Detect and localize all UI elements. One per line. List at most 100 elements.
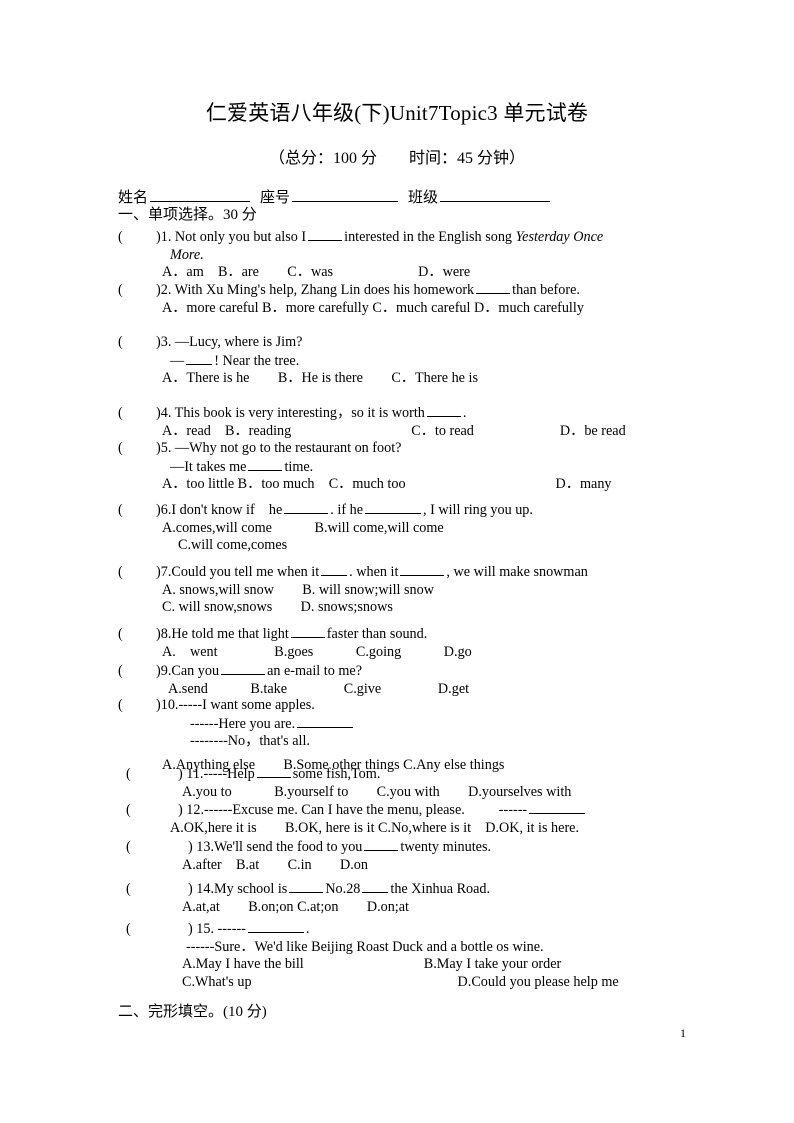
question-3-blank[interactable] — [186, 352, 213, 365]
question-6-blank-2[interactable] — [365, 501, 421, 514]
question-11: () 11.-----Help some fish,Tom. A.you to B… — [126, 765, 726, 801]
question-12-options[interactable]: A.OK,here it is B.OK, here is it C.No,wh… — [126, 820, 726, 838]
question-12-stem-post: ------ — [498, 802, 528, 818]
question-5-stem-pre: )5. —Why not go to the restaurant on foo… — [156, 440, 402, 456]
question-5-options-d[interactable]: D．many — [556, 476, 612, 492]
answer-bracket[interactable]: ( — [118, 334, 156, 352]
question-7-options-ab[interactable]: A. snows,will snow B. will snow;will sno… — [118, 582, 718, 600]
question-15-options-d[interactable]: D.Could you please help me — [458, 974, 619, 990]
question-6-stem-pre: )6.I don't know if he — [156, 502, 283, 518]
answer-bracket[interactable]: ( — [118, 564, 156, 582]
question-1-stem-pre: )1. Not only you but also I — [156, 229, 307, 245]
question-4: ()4. This book is very interesting，so it… — [118, 404, 718, 440]
question-9-stem-post: an e-mail to me? — [267, 663, 362, 679]
question-15-blank[interactable] — [247, 920, 304, 933]
question-10-cont-pre: ------Here you are. — [190, 715, 296, 732]
seat-input-rule[interactable] — [292, 187, 399, 202]
question-5-blank[interactable] — [248, 458, 283, 471]
name-input-rule[interactable] — [150, 187, 251, 202]
answer-bracket[interactable]: ( — [118, 440, 156, 458]
question-2-stem-pre: )2. With Xu Ming's help, Zhang Lin does … — [156, 282, 475, 298]
question-3: ()3. —Lucy, where is Jim? — ! Near the tr… — [118, 334, 718, 388]
question-2-options[interactable]: A．more careful B．more carefully C．much c… — [118, 300, 718, 318]
class-input-rule[interactable] — [440, 187, 551, 202]
question-1-blank[interactable] — [308, 228, 343, 241]
answer-bracket[interactable]: ( — [118, 663, 156, 681]
class-label: 班级 — [408, 190, 439, 206]
question-4-blank[interactable] — [426, 404, 461, 417]
question-6: ()6.I don't know if he . if he , I will ri… — [118, 501, 718, 555]
question-11-stem-post: some fish,Tom. — [292, 766, 381, 782]
question-2-stem-post: than before. — [512, 282, 580, 298]
question-14-stem-post: the Xinhua Road. — [390, 881, 491, 897]
question-4-stem-pre: )4. This book is very interesting，so it … — [156, 405, 425, 421]
question-9-options[interactable]: A.send B.take C.give D.get — [118, 681, 718, 699]
question-8-stem-pre: )8.He told me that light — [156, 626, 289, 642]
question-14-blank-1[interactable] — [289, 880, 324, 893]
question-7-options-cd[interactable]: C. will snow,snows D. snows;snows — [118, 599, 718, 617]
answer-bracket[interactable]: ( — [126, 766, 178, 784]
answer-bracket[interactable]: ( — [126, 802, 178, 820]
question-10-cont-2: --------No，that's all. — [190, 733, 310, 750]
question-15-stem-pre: ) 15. ------ — [188, 921, 246, 937]
section-heading-one: 一、单项选择。30 分 — [118, 207, 257, 223]
exam-meta-subtitle: （总分：100 分 时间：45 分钟） — [268, 150, 525, 167]
answer-bracket[interactable]: ( — [118, 626, 156, 644]
question-7-blank-2[interactable] — [400, 563, 445, 576]
question-3-stem-pre: )3. —Lucy, where is Jim? — [156, 334, 303, 350]
question-1: ()1. Not only you but also I interested i… — [118, 228, 718, 282]
question-6-options-c[interactable]: C.will come,comes — [118, 537, 718, 555]
question-3-options[interactable]: A．There is he B．He is there C．There he i… — [118, 370, 718, 388]
question-8-options[interactable]: A. went B.goes C.going D.go — [118, 644, 718, 662]
question-1-options[interactable]: A．am B．are C．was D．were — [118, 264, 718, 282]
question-15-cont: ------Sure．We'd like Beijing Roast Duck … — [186, 938, 544, 955]
question-12-stem-pre: ) 12.------Excuse me. Can I have the men… — [178, 802, 465, 818]
question-13-options[interactable]: A.after B.at C.in D.on — [126, 857, 726, 875]
question-8-blank[interactable] — [290, 625, 325, 638]
answer-bracket[interactable]: ( — [118, 282, 156, 300]
question-5: ()5. —Why not go to the restaurant on fo… — [118, 440, 718, 494]
question-11-blank[interactable] — [256, 765, 291, 778]
question-14-stem-mid: No.28 — [325, 881, 361, 897]
question-9-blank[interactable] — [221, 662, 266, 675]
question-8-stem-post: faster than sound. — [326, 626, 428, 642]
question-2-blank[interactable] — [476, 281, 511, 294]
question-14-options[interactable]: A.at,at B.on;on C.at;on D.on;at — [126, 899, 726, 917]
question-12-blank[interactable] — [529, 801, 586, 814]
question-8: ()8.He told me that light faster than sou… — [118, 625, 718, 661]
question-6-stem-mid: . if he — [330, 502, 363, 518]
question-4-options-c[interactable]: C．to read — [411, 423, 474, 439]
question-9-stem-pre: )9.Can you — [156, 663, 220, 679]
question-11-options[interactable]: A.you to B.yourself to C.you with D.your… — [126, 784, 726, 802]
answer-bracket[interactable]: ( — [118, 697, 156, 715]
seat-label: 座号 — [260, 190, 291, 206]
question-14-blank-2[interactable] — [362, 880, 389, 893]
question-4-stem-post: . — [462, 405, 467, 421]
question-5-options-abc[interactable]: A．too little B．too much C．much too — [162, 476, 406, 492]
question-4-options-ab[interactable]: A．read B．reading — [162, 423, 291, 439]
question-4-options-d[interactable]: D．be read — [560, 423, 626, 439]
question-14: () 14.My school is No.28 the Xinhua Road. … — [126, 880, 726, 916]
question-12: () 12.------Excuse me. Can I have the me… — [126, 801, 726, 837]
question-15-options-a[interactable]: A.May I have the bill — [182, 956, 304, 972]
question-13: () 13.We'll send the food to you twenty m… — [126, 838, 726, 874]
question-7: ()7.Could you tell me when it . when it , … — [118, 563, 718, 617]
question-6-blank-1[interactable] — [284, 501, 329, 514]
answer-bracket[interactable]: ( — [126, 921, 178, 939]
question-10: ()10.-----I want some apples. ------Here… — [118, 697, 718, 774]
question-5-cont-post: time. — [284, 458, 314, 475]
question-10-blank[interactable] — [297, 715, 354, 728]
question-15-options-c[interactable]: C.What's up — [182, 974, 252, 990]
answer-bracket[interactable]: ( — [118, 405, 156, 423]
question-3-cont-pre: — — [170, 352, 185, 369]
question-13-blank[interactable] — [364, 838, 399, 851]
answer-bracket[interactable]: ( — [126, 881, 178, 899]
answer-bracket[interactable]: ( — [118, 229, 156, 247]
question-15-options-b[interactable]: B.May I take your order — [424, 956, 562, 972]
question-7-stem-pre: )7.Could you tell me when it — [156, 564, 320, 580]
answer-bracket[interactable]: ( — [126, 839, 178, 857]
question-2: ()2. With Xu Ming's help, Zhang Lin does… — [118, 281, 718, 317]
question-7-blank-1[interactable] — [321, 563, 348, 576]
answer-bracket[interactable]: ( — [118, 502, 156, 520]
question-6-options-ab[interactable]: A.comes,will come B.will come,will come — [118, 520, 718, 538]
